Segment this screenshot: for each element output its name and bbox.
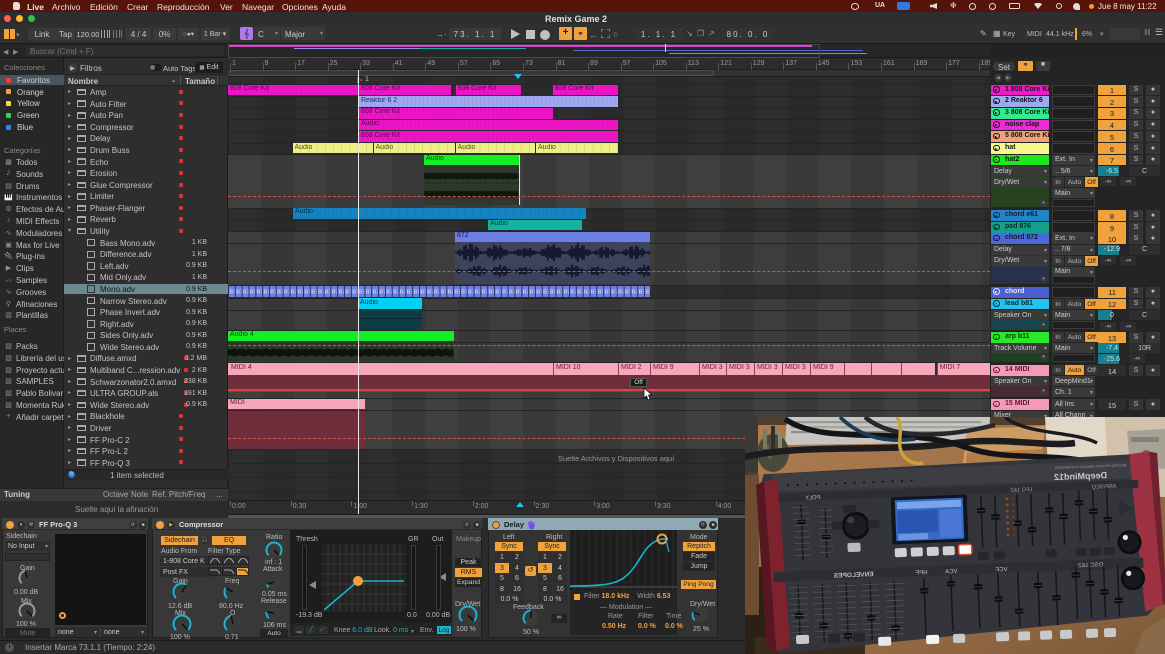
svg-text:OSC 1&2: OSC 1&2: [1077, 562, 1103, 569]
svg-text:HPF: HPF: [915, 570, 928, 576]
svg-text:POLY: POLY: [805, 495, 821, 502]
svg-text:DeepMind12: DeepMind12: [1054, 470, 1107, 482]
svg-text:VCF: VCF: [995, 567, 1008, 573]
svg-text:VCA: VCA: [945, 569, 958, 575]
svg-text:LFO 1&2: LFO 1&2: [1010, 487, 1032, 494]
svg-text:B7: B7: [645, 290, 650, 296]
svg-text:ARP/SEQ: ARP/SEQ: [1091, 484, 1116, 491]
